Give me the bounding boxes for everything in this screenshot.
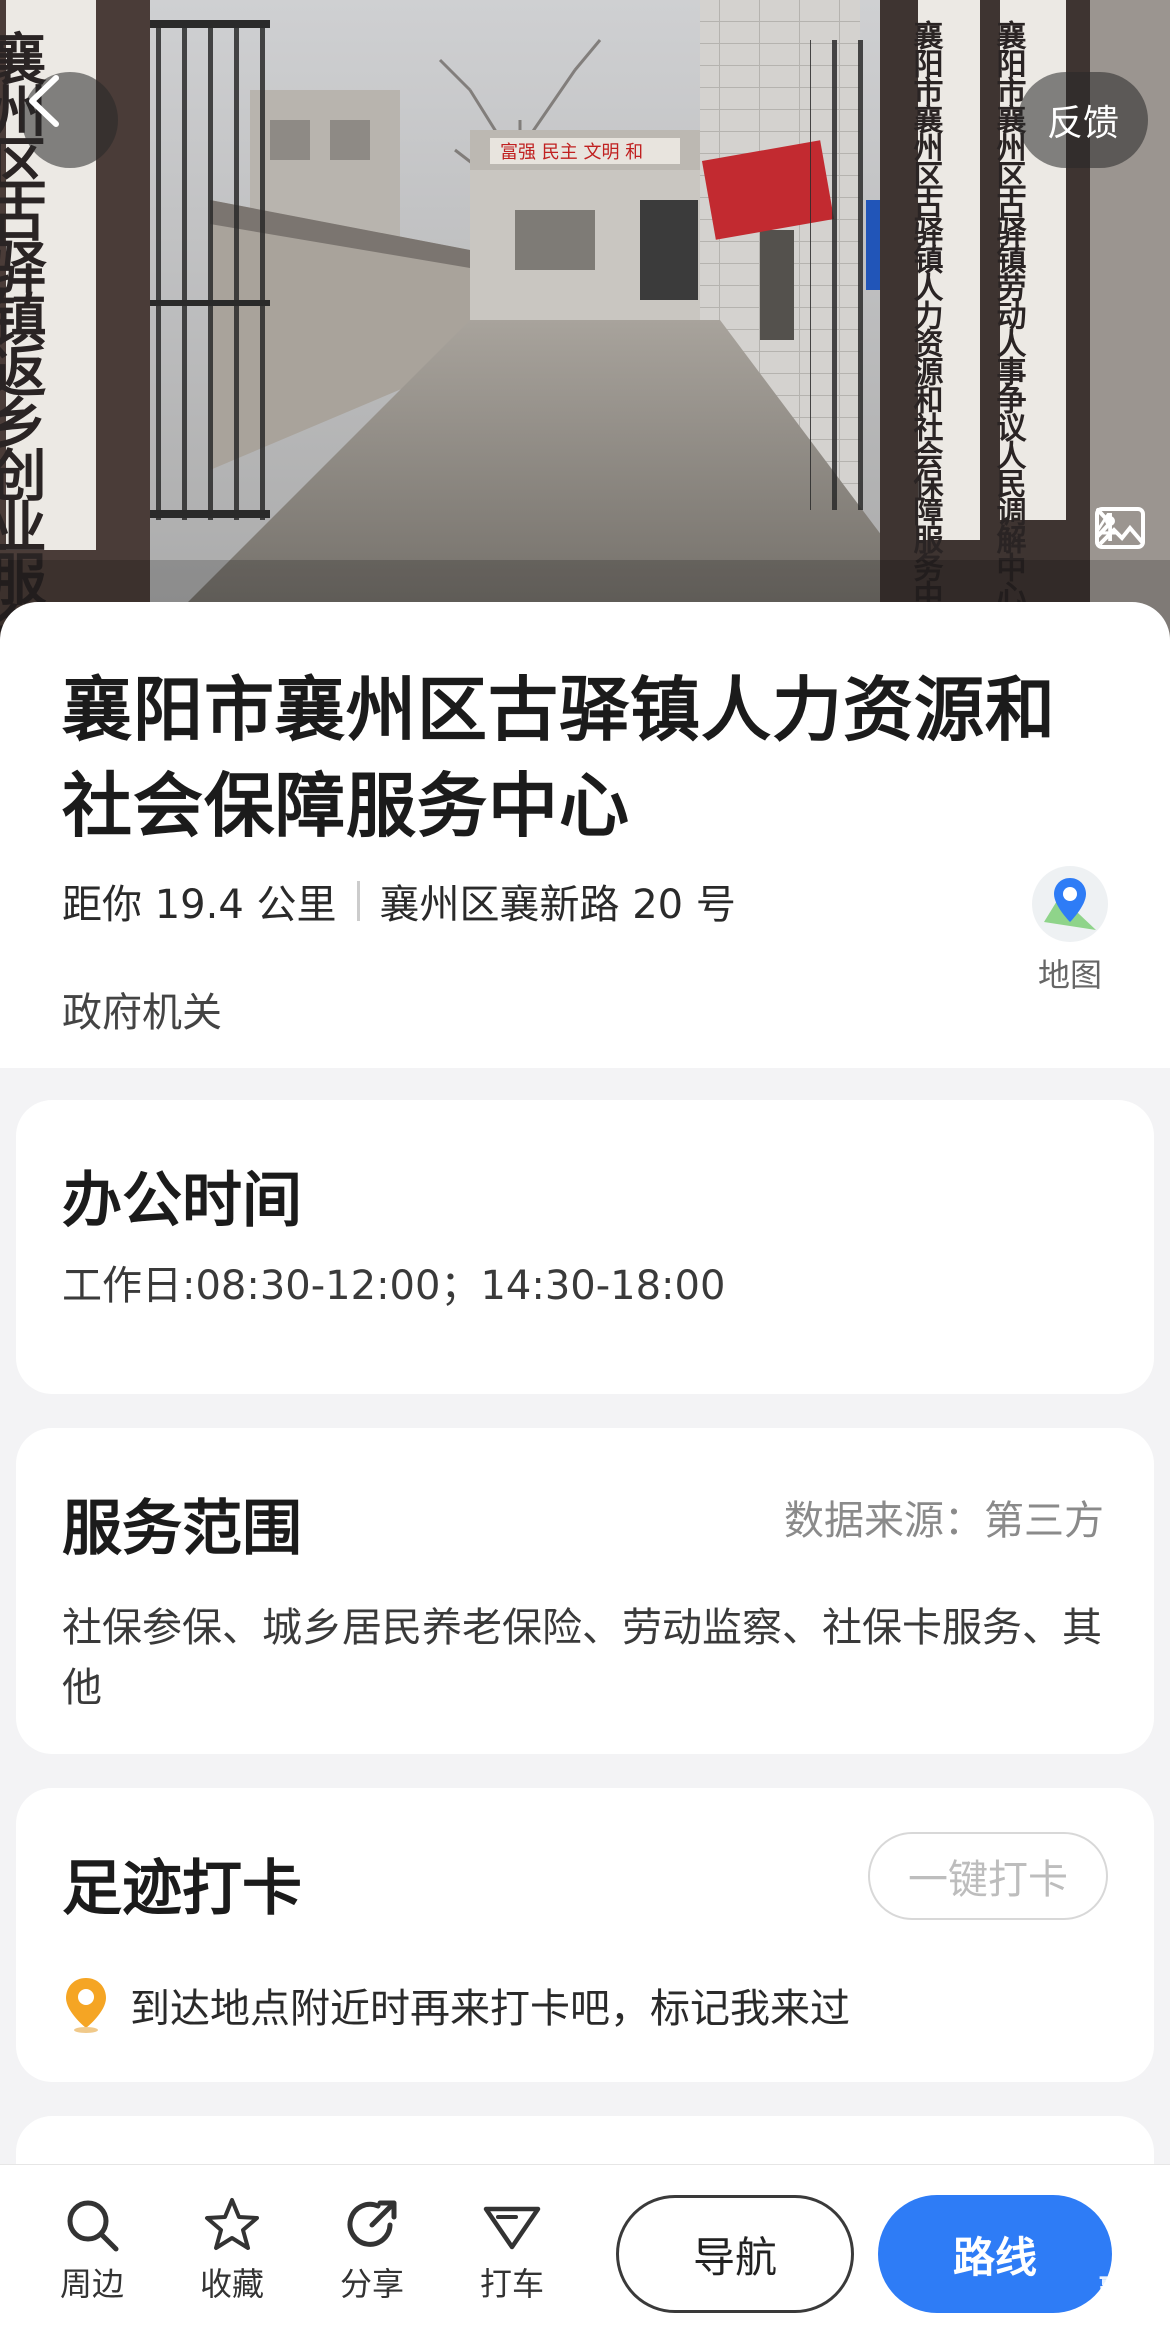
tab-share[interactable]: 分享: [317, 2195, 427, 2305]
service-scope-title: 服务范围: [62, 1494, 302, 1564]
taxi-icon: [483, 2206, 541, 2250]
service-scope-text: 社保参保、城乡居民养老保险、劳动监察、社保卡服务、其他: [62, 1605, 1102, 1711]
navigate-button[interactable]: 导航: [616, 2195, 854, 2313]
map-button[interactable]: 地图: [1020, 864, 1120, 996]
bottom-action-bar: 周边 收藏 分享 打车 导航 路线 襄州: [0, 2164, 1170, 2325]
watermark: 襄州: [1098, 2273, 1158, 2308]
tab-favorite-label: 收藏: [199, 2265, 264, 2303]
gate-photo: 富强 民主 文明 和 襄州区古驿镇返乡创业服务站 襄阳市襄州区古驿镇人力资源和社…: [0, 0, 1170, 640]
share-icon: [347, 2200, 397, 2247]
address-text[interactable]: 襄州区襄新路 20 号: [380, 872, 736, 930]
search-icon: [67, 2200, 119, 2252]
checkin-card: 足迹打卡 一键打卡 到达地点附近时再来打卡吧，标记我来过: [16, 1788, 1154, 2082]
chevron-right-icon: [1095, 508, 1113, 538]
tab-nearby-label: 周边: [59, 2265, 124, 2303]
tab-favorite[interactable]: 收藏: [177, 2195, 287, 2305]
poi-title: 襄阳市襄州区古驿镇人力资源和社会保障服务中心: [62, 669, 1056, 847]
chevron-left-icon: [29, 75, 59, 127]
checkin-button[interactable]: 一键打卡: [868, 1832, 1108, 1920]
distance-row: 距你 19.4 公里 襄州区襄新路 20 号: [62, 872, 736, 930]
tab-taxi[interactable]: 打车: [457, 2195, 567, 2305]
location-pin-icon: [66, 1978, 106, 2033]
distance-text: 距你 19.4 公里: [62, 882, 337, 928]
tab-taxi-label: 打车: [479, 2265, 544, 2303]
right-gate-sign-1: 襄阳市襄州区古驿镇人力资源和社会保障服务中心: [908, 19, 944, 638]
office-hours-card: 办公时间 工作日:08:30-12:00；14:30-18:00: [16, 1100, 1154, 1394]
map-icon: [1032, 866, 1108, 942]
star-icon: [205, 2198, 259, 2250]
service-scope-card: 服务范围 数据来源：第三方 社保参保、城乡居民养老保险、劳动监察、社保卡服务、其…: [16, 1428, 1154, 1754]
tab-share-label: 分享: [339, 2265, 404, 2303]
hero-photo[interactable]: 富强 民主 文明 和 襄州区古驿镇返乡创业服务站 襄阳市襄州区古驿镇人力资源和社…: [0, 0, 1170, 640]
poi-category: 政府机关: [62, 990, 222, 1036]
office-hours-title: 办公时间: [62, 1166, 302, 1236]
banner-text: 富强 民主 文明 和: [500, 142, 643, 163]
route-button[interactable]: 路线: [878, 2195, 1112, 2313]
office-hours-text: 工作日:08:30-12:00；14:30-18:00: [62, 1263, 726, 1309]
photo-gallery-button[interactable]: 4: [1094, 506, 1145, 550]
feedback-button[interactable]: 反馈: [1018, 72, 1148, 168]
poi-info-card: 襄阳市襄州区古驿镇人力资源和社会保障服务中心 距你 19.4 公里 襄州区襄新路…: [0, 602, 1170, 1068]
checkin-tip-text: 到达地点附近时再来打卡吧，标记我来过: [130, 1986, 850, 2032]
tab-nearby[interactable]: 周边: [37, 2195, 147, 2305]
checkin-title: 足迹打卡: [62, 1854, 302, 1924]
checkin-tip: 到达地点附近时再来打卡吧，标记我来过: [62, 1976, 850, 2034]
back-button[interactable]: [22, 72, 118, 168]
map-label: 地图: [1037, 956, 1102, 994]
route-button-label: 路线: [952, 2232, 1037, 2282]
divider: [356, 881, 360, 921]
data-source-label: 数据来源：第三方: [784, 1498, 1104, 1544]
